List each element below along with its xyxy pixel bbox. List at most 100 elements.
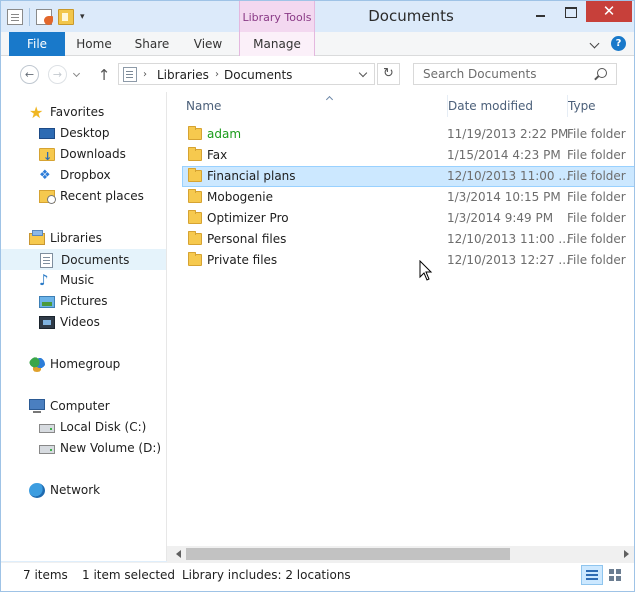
file-date: 12/10/2013 11:00 ... <box>447 169 570 183</box>
breadcrumb-separator[interactable]: › <box>215 67 219 83</box>
file-date: 12/10/2013 12:27 ... <box>447 253 570 267</box>
close-button[interactable]: ✕ <box>586 1 632 22</box>
folder-icon <box>188 126 202 140</box>
scroll-right-arrow-icon[interactable] <box>618 546 634 562</box>
nav-item-label: Network <box>50 483 101 497</box>
explorer-window: ▾ Library Tools Documents ✕ File Home Sh… <box>0 0 635 592</box>
nav-item-label: Downloads <box>60 147 126 161</box>
nav-item-label: Local Disk (C:) <box>60 420 147 434</box>
file-name: Mobogenie <box>207 190 273 204</box>
tab-view[interactable]: View <box>181 32 235 56</box>
nav-item-label: New Volume (D:) <box>60 441 162 455</box>
nav-new-volume[interactable]: New Volume (D:) <box>1 438 166 459</box>
status-bar: 7 items 1 item selected Library includes… <box>1 562 634 591</box>
tab-file[interactable]: File <box>9 32 65 56</box>
folder-icon <box>188 189 202 203</box>
file-date: 12/10/2013 11:00 ... <box>447 232 570 246</box>
file-type: File folder <box>567 211 626 225</box>
document-icon <box>7 9 23 25</box>
large-icons-view-icon[interactable] <box>605 565 627 585</box>
nav-local-disk[interactable]: Local Disk (C:) <box>1 417 166 438</box>
file-row[interactable]: Optimizer Pro 1/3/2014 9:49 PM File fold… <box>182 208 634 229</box>
nav-videos[interactable]: Videos <box>1 312 166 333</box>
folder-icon <box>188 252 202 266</box>
column-header-name[interactable]: Name <box>186 95 441 117</box>
scroll-left-arrow-icon[interactable] <box>171 546 187 562</box>
address-bar[interactable]: › Libraries › Documents <box>118 63 375 85</box>
file-row[interactable]: Mobogenie 1/3/2014 10:15 PM File folder <box>182 187 634 208</box>
item-count: 7 items <box>23 568 68 582</box>
minimize-button[interactable] <box>527 1 553 22</box>
address-dropdown-icon[interactable] <box>359 70 367 78</box>
file-type: File folder <box>567 253 626 267</box>
tab-share[interactable]: Share <box>123 32 181 56</box>
nav-network[interactable]: Network <box>1 480 166 501</box>
file-date: 1/3/2014 9:49 PM <box>447 211 554 225</box>
back-button[interactable]: ← <box>20 65 39 84</box>
help-icon[interactable]: ? <box>611 36 626 51</box>
homegroup-icon <box>29 357 45 372</box>
nav-item-label: Libraries <box>50 231 102 245</box>
nav-item-label: Computer <box>50 399 110 413</box>
nav-music[interactable]: ♪ Music <box>1 270 166 291</box>
recent-places-icon <box>39 190 56 204</box>
search-input[interactable] <box>414 64 594 84</box>
music-note-icon: ♪ <box>39 271 49 289</box>
file-row[interactable]: Personal files 12/10/2013 11:00 ... File… <box>182 229 634 250</box>
file-date: 11/19/2013 2:22 PM <box>447 127 569 141</box>
column-header-type[interactable]: Type <box>567 95 634 117</box>
scrollbar-thumb[interactable] <box>186 548 510 560</box>
search-box[interactable] <box>413 63 617 85</box>
nav-homegroup[interactable]: Homegroup <box>1 354 166 375</box>
navigation-bar: ← → ↑ › Libraries › Documents ↻ <box>1 56 634 92</box>
tab-home[interactable]: Home <box>65 32 123 56</box>
star-icon: ★ <box>29 103 44 122</box>
pictures-icon <box>39 296 55 308</box>
file-date: 1/3/2014 10:15 PM <box>447 190 561 204</box>
library-locations: Library includes: 2 locations <box>182 568 351 582</box>
customize-qat-icon[interactable]: ▾ <box>80 9 85 25</box>
file-row[interactable]: Private files 12/10/2013 12:27 ... File … <box>182 250 634 271</box>
breadcrumb-libraries[interactable]: Libraries <box>157 67 209 83</box>
file-type: File folder <box>567 127 626 141</box>
column-header-label: Date modified <box>448 99 534 113</box>
column-header-date-modified[interactable]: Date modified <box>447 95 560 117</box>
up-button[interactable]: ↑ <box>96 65 112 85</box>
file-row[interactable]: Fax 1/15/2014 4:23 PM File folder <box>182 145 634 166</box>
nav-libraries[interactable]: Libraries <box>1 228 166 249</box>
dropbox-icon: ❖ <box>39 168 51 183</box>
recent-locations-chevron-icon[interactable] <box>73 71 81 79</box>
file-type: File folder <box>567 190 626 204</box>
nav-downloads[interactable]: Downloads <box>1 144 166 167</box>
file-row-selected[interactable]: Financial plans 12/10/2013 11:00 ... Fil… <box>182 166 634 187</box>
file-name: adam <box>207 127 242 141</box>
nav-documents[interactable]: Documents <box>1 249 166 270</box>
nav-item-label: Music <box>60 273 95 287</box>
nav-favorites[interactable]: ★ Favorites <box>1 102 166 123</box>
nav-item-label: Videos <box>60 315 100 329</box>
expand-ribbon-chevron-icon[interactable] <box>587 36 603 52</box>
breadcrumb-documents[interactable]: Documents <box>224 67 292 83</box>
nav-dropbox[interactable]: ❖ Dropbox <box>1 165 166 186</box>
nav-computer[interactable]: Computer <box>1 396 166 417</box>
search-icon[interactable] <box>597 68 607 78</box>
forward-button[interactable]: → <box>48 65 67 84</box>
details-view-icon[interactable] <box>581 565 603 585</box>
title-bar: ▾ Library Tools Documents ✕ <box>1 1 634 33</box>
tab-manage[interactable]: Manage <box>239 32 315 56</box>
nav-desktop[interactable]: Desktop <box>1 123 166 144</box>
properties-icon[interactable] <box>36 9 53 25</box>
quick-access-toolbar: ▾ <box>7 7 85 27</box>
library-tools-context-label: Library Tools <box>239 1 315 33</box>
file-row[interactable]: adam 11/19/2013 2:22 PM File folder <box>182 124 634 145</box>
sort-ascending-icon <box>326 95 334 101</box>
nav-pictures[interactable]: Pictures <box>1 291 166 312</box>
refresh-button[interactable]: ↻ <box>377 63 400 85</box>
new-folder-icon[interactable] <box>58 9 74 25</box>
breadcrumb-separator[interactable]: › <box>143 67 147 83</box>
nav-recent-places[interactable]: Recent places <box>1 186 166 207</box>
maximize-button[interactable] <box>557 1 583 22</box>
nav-item-label: Recent places <box>60 189 144 203</box>
ribbon-tabs: File Home Share View Manage ? <box>1 32 634 56</box>
horizontal-scrollbar[interactable] <box>167 546 634 562</box>
